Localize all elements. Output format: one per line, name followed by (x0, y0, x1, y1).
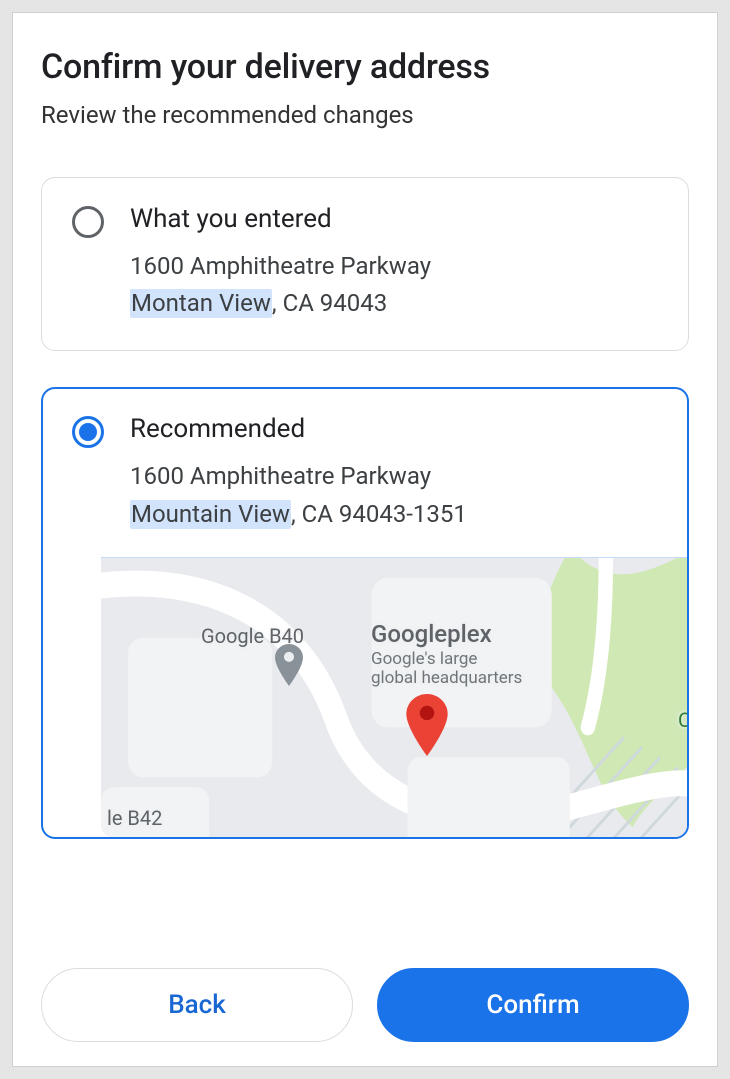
radio-icon (72, 206, 104, 238)
option-entered-address: 1600 Amphitheatre Parkway Montan View, C… (130, 248, 658, 322)
map-poi-b42-partial: le B42 (107, 806, 162, 830)
dialog-actions: Back Confirm (41, 968, 689, 1042)
map-place-sub2: global headquarters (371, 669, 522, 689)
option-recommended[interactable]: Recommended 1600 Amphitheatre Parkway Mo… (41, 387, 689, 838)
dialog-title: Confirm your delivery address (41, 47, 689, 87)
map-place-sub1: Google's large (371, 650, 477, 670)
entered-city-diff: Montan View (130, 289, 272, 318)
map-place-name: Googleplex (371, 620, 492, 648)
option-recommended-body: Recommended 1600 Amphitheatre Parkway Mo… (130, 414, 658, 836)
dialog-subtitle: Review the recommended changes (41, 101, 689, 129)
option-recommended-label: Recommended (130, 414, 658, 444)
confirm-button[interactable]: Confirm (377, 968, 689, 1042)
back-button[interactable]: Back (41, 968, 353, 1042)
map-edge-label: C (678, 708, 687, 732)
map-poi-pin-icon (275, 644, 303, 686)
option-entered[interactable]: What you entered 1600 Amphitheatre Parkw… (41, 177, 689, 351)
map-preview: Google B40 Googleplex Google's large glo… (101, 557, 687, 837)
option-recommended-address: 1600 Amphitheatre Parkway Mountain View,… (130, 458, 658, 532)
radio-icon-selected (72, 416, 104, 448)
option-entered-label: What you entered (130, 204, 658, 234)
map-marker-icon (405, 694, 449, 756)
map-canvas (101, 558, 687, 837)
recommended-line1: 1600 Amphitheatre Parkway (130, 462, 431, 490)
recommended-rest: , CA 94043-1351 (291, 500, 467, 528)
entered-rest: , CA 94043 (272, 289, 387, 317)
entered-line1: 1600 Amphitheatre Parkway (130, 252, 431, 280)
dialog: Confirm your delivery address Review the… (12, 12, 718, 1067)
option-entered-body: What you entered 1600 Amphitheatre Parkw… (130, 204, 658, 322)
recommended-city-diff: Mountain View (130, 500, 291, 529)
